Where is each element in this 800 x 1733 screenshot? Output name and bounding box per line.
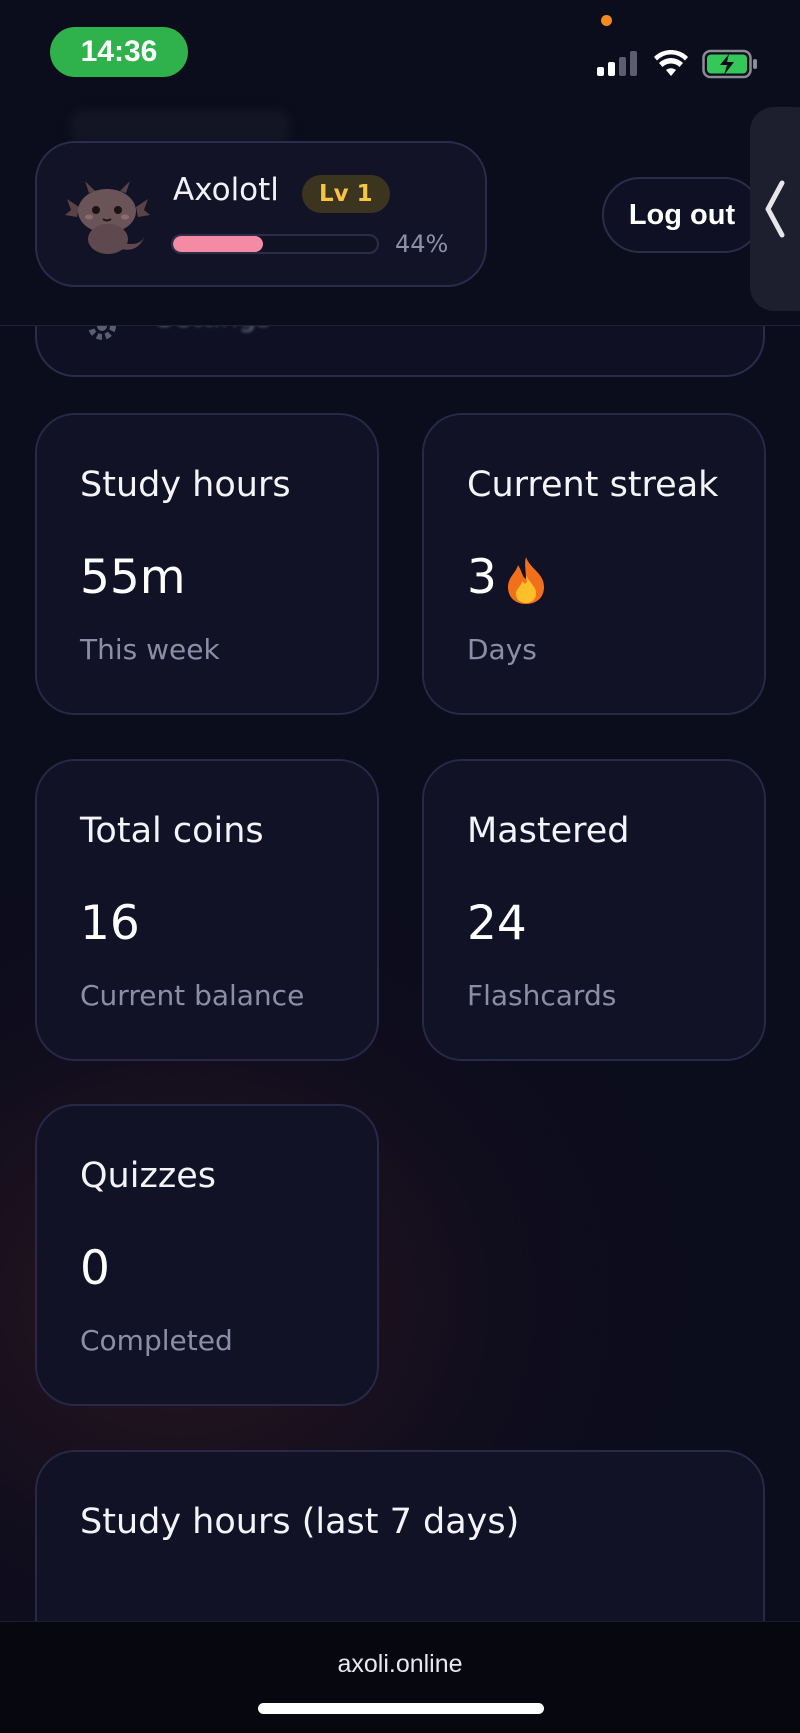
stat-subtitle: Completed (80, 1324, 233, 1357)
stat-value: 16 (80, 896, 140, 951)
stat-card-total-coins: Total coins 16 Current balance (35, 759, 379, 1061)
stat-subtitle: This week (80, 633, 220, 666)
home-indicator[interactable] (258, 1703, 544, 1714)
blurred-nav-item (70, 110, 290, 144)
stat-title: Study hours (80, 465, 291, 505)
stat-subtitle: Flashcards (467, 979, 617, 1012)
status-time: 14:36 (50, 27, 188, 77)
stat-title: Quizzes (80, 1156, 216, 1196)
stat-value: 0 (80, 1241, 110, 1296)
xp-percent-label: 44% (395, 230, 449, 258)
stat-value: 55m (80, 550, 186, 605)
signal-icon (597, 51, 637, 76)
stat-title: Current streak (467, 465, 719, 505)
chart-title: Study hours (last 7 days) (80, 1502, 520, 1542)
logout-button[interactable]: Log out (602, 177, 762, 253)
stat-title: Total coins (80, 811, 264, 851)
stat-value: 24 (467, 896, 527, 951)
stat-card-quizzes: Quizzes 0 Completed (35, 1104, 379, 1406)
stat-card-current-streak: Current streak 3 Days (422, 413, 766, 715)
privacy-indicator-dot (601, 15, 612, 26)
xp-progress-fill (173, 236, 263, 252)
stat-card-mastered: Mastered 24 Flashcards (422, 759, 766, 1061)
stat-value: 3 (467, 550, 497, 605)
level-badge: Lv 1 (302, 175, 390, 213)
stat-title: Mastered (467, 811, 630, 851)
chevron-left-icon (765, 180, 785, 238)
axolotl-avatar-icon (65, 181, 150, 254)
fire-icon (508, 557, 544, 604)
url-label[interactable]: axoli.online (0, 1650, 800, 1679)
stat-card-study-hours: Study hours 55m This week (35, 413, 379, 715)
xp-progress-bar (171, 234, 379, 254)
battery-charging-icon (702, 49, 757, 79)
wifi-icon (654, 50, 688, 76)
stat-subtitle: Current balance (80, 979, 305, 1012)
stat-subtitle: Days (467, 633, 537, 666)
profile-name: Axolotl (173, 172, 279, 208)
